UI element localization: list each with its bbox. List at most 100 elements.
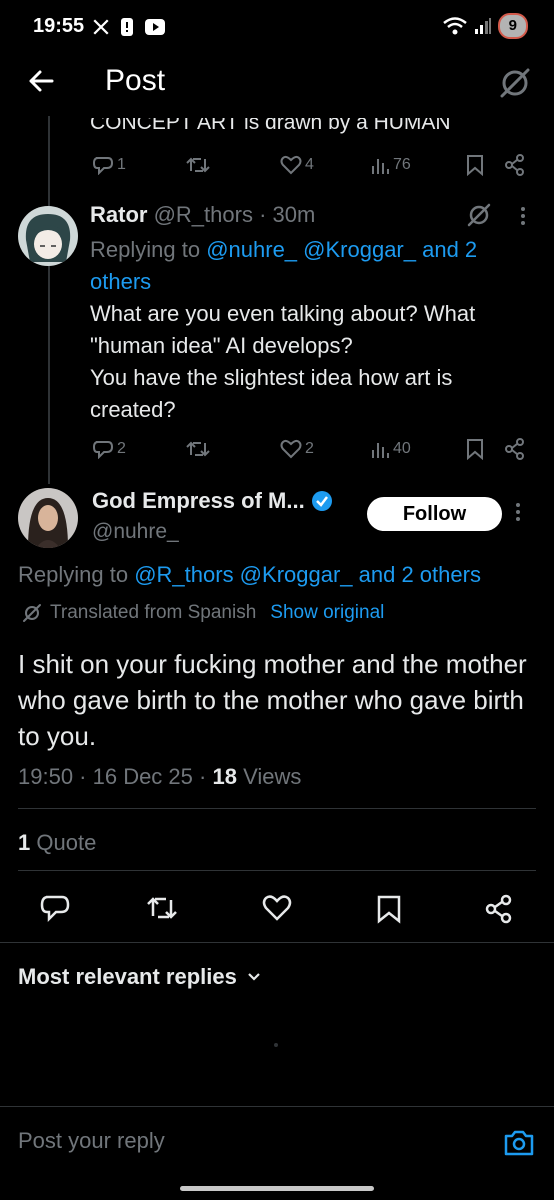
translated-label: Translated from Spanish <box>50 602 257 623</box>
post-time: 30m <box>272 202 316 227</box>
wifi-icon <box>442 16 468 36</box>
more-options-button[interactable] <box>515 502 521 522</box>
grok-icon <box>23 604 41 622</box>
page-title: Post <box>105 64 166 97</box>
views-button[interactable]: 76 <box>370 155 411 175</box>
back-button[interactable] <box>26 66 56 96</box>
signal-icon <box>474 17 492 35</box>
like-button[interactable]: 4 <box>280 155 314 175</box>
divider <box>0 942 554 943</box>
anime-avatar-icon <box>18 206 78 266</box>
repost-icon <box>186 441 210 457</box>
grok-icon <box>500 68 530 98</box>
heart-icon <box>262 895 292 921</box>
notification-icon <box>120 17 134 37</box>
back-arrow-icon <box>29 70 54 92</box>
header <box>0 52 554 116</box>
repost-button[interactable] <box>186 439 210 459</box>
views-label: Views <box>243 764 302 789</box>
camera-button[interactable] <box>503 1128 535 1158</box>
main-author-name[interactable]: God Empress of M... <box>92 488 333 514</box>
profile-photo-icon <box>18 488 78 548</box>
like-count: 4 <box>305 156 314 173</box>
verified-badge-icon <box>311 491 332 511</box>
reply-icon <box>92 441 114 459</box>
divider <box>18 870 536 871</box>
share-icon <box>505 438 524 460</box>
reply-count: 2 <box>117 440 126 457</box>
heart-icon <box>280 439 302 459</box>
post-timestamp: 19:50 · 16 Dec 25 · <box>18 764 207 789</box>
author-name[interactable]: Rator <box>90 202 147 227</box>
show-original-link[interactable]: Show original <box>270 602 384 624</box>
reply-icon <box>40 895 70 922</box>
share-button[interactable] <box>504 438 526 460</box>
main-post-actions <box>0 888 554 930</box>
bookmark-icon <box>377 895 401 924</box>
battery-indicator: 9 <box>497 13 528 39</box>
replying-to-line: Replying to @nuhre_ @Kroggar_ and 2 othe… <box>90 237 478 294</box>
quote-label: Quote <box>36 830 97 855</box>
loading-indicator <box>274 1043 278 1047</box>
bookmark-button[interactable] <box>466 438 484 460</box>
avatar[interactable] <box>18 488 78 548</box>
view-count: 76 <box>393 156 411 173</box>
chevron-down-icon <box>248 973 260 981</box>
bookmark-button[interactable] <box>376 894 402 924</box>
share-icon <box>485 894 512 924</box>
home-indicator <box>180 1186 374 1191</box>
like-button[interactable]: 2 <box>280 439 314 459</box>
x-icon <box>92 18 110 36</box>
like-button[interactable] <box>262 894 292 922</box>
views-icon <box>372 159 389 174</box>
mention-links[interactable]: @R_thors @Kroggar_ and 2 others <box>134 562 481 587</box>
main-post-body: I shit on your fucking mother and the mo… <box>18 649 527 751</box>
reply-button[interactable]: 1 <box>92 155 126 175</box>
reply-button[interactable] <box>40 894 70 922</box>
status-icons-left <box>92 15 166 39</box>
grok-icon <box>467 203 491 227</box>
share-button[interactable] <box>504 154 526 176</box>
reply-button[interactable]: 2 <box>92 439 126 459</box>
share-button[interactable] <box>484 894 514 924</box>
bookmark-icon <box>467 439 483 460</box>
repost-button[interactable] <box>186 155 210 175</box>
avatar[interactable] <box>18 206 78 266</box>
quotes-link[interactable]: 1 Quote <box>18 830 96 856</box>
reply-icon <box>92 157 114 175</box>
author-handle[interactable]: @R_thors <box>154 202 253 227</box>
grok-button[interactable] <box>498 66 532 100</box>
sort-replies-dropdown[interactable]: Most relevant replies <box>18 964 261 990</box>
status-time: 19:55 <box>33 15 85 37</box>
like-count: 2 <box>305 440 314 457</box>
share-icon <box>505 154 524 176</box>
more-vertical-icon <box>516 503 520 521</box>
repost-icon <box>147 897 177 919</box>
previous-post-text: CONCEPT ART is drawn by a HUMAN <box>90 118 451 134</box>
divider <box>0 1106 554 1107</box>
reply-input[interactable] <box>18 1128 478 1154</box>
views-icon <box>372 443 389 458</box>
bookmark-icon <box>467 155 483 176</box>
replying-to-line: Replying to @R_thors @Kroggar_ and 2 oth… <box>18 562 481 587</box>
repost-icon <box>186 157 210 173</box>
view-count: 40 <box>393 440 411 457</box>
camera-icon <box>504 1130 534 1156</box>
main-author-handle[interactable]: @nuhre_ <box>92 520 179 544</box>
more-options-button[interactable] <box>520 206 526 226</box>
divider <box>18 808 536 809</box>
grok-button[interactable] <box>466 202 492 228</box>
heart-icon <box>280 155 302 175</box>
follow-button[interactable]: Follow <box>367 497 502 531</box>
bookmark-button[interactable] <box>466 154 484 176</box>
repost-button[interactable] <box>146 894 178 922</box>
reply-post-actions: 2 2 40 <box>0 436 554 462</box>
quote-count: 1 <box>18 830 31 855</box>
more-vertical-icon <box>521 207 525 225</box>
views-button[interactable]: 40 <box>370 439 411 459</box>
youtube-icon <box>144 18 166 36</box>
reply-body: What are you even talking about? What "h… <box>90 301 476 422</box>
reply-author-line: Rator @R_thors · 30m <box>90 202 316 227</box>
post-meta: 19:50 · 16 Dec 25 · 18 Views <box>18 764 301 790</box>
status-icons-right: 9 <box>442 13 528 39</box>
